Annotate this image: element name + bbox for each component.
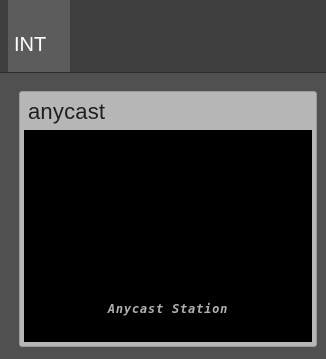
header-bar: INT	[0, 0, 326, 73]
tab-int[interactable]: INT	[8, 0, 70, 72]
station-screen-label: Anycast Station	[107, 302, 229, 316]
station-name: anycast	[28, 99, 106, 124]
station-screen: Anycast Station	[24, 130, 312, 342]
content-area: anycast Anycast Station	[0, 73, 326, 359]
station-card-anycast[interactable]: anycast Anycast Station	[19, 91, 317, 347]
